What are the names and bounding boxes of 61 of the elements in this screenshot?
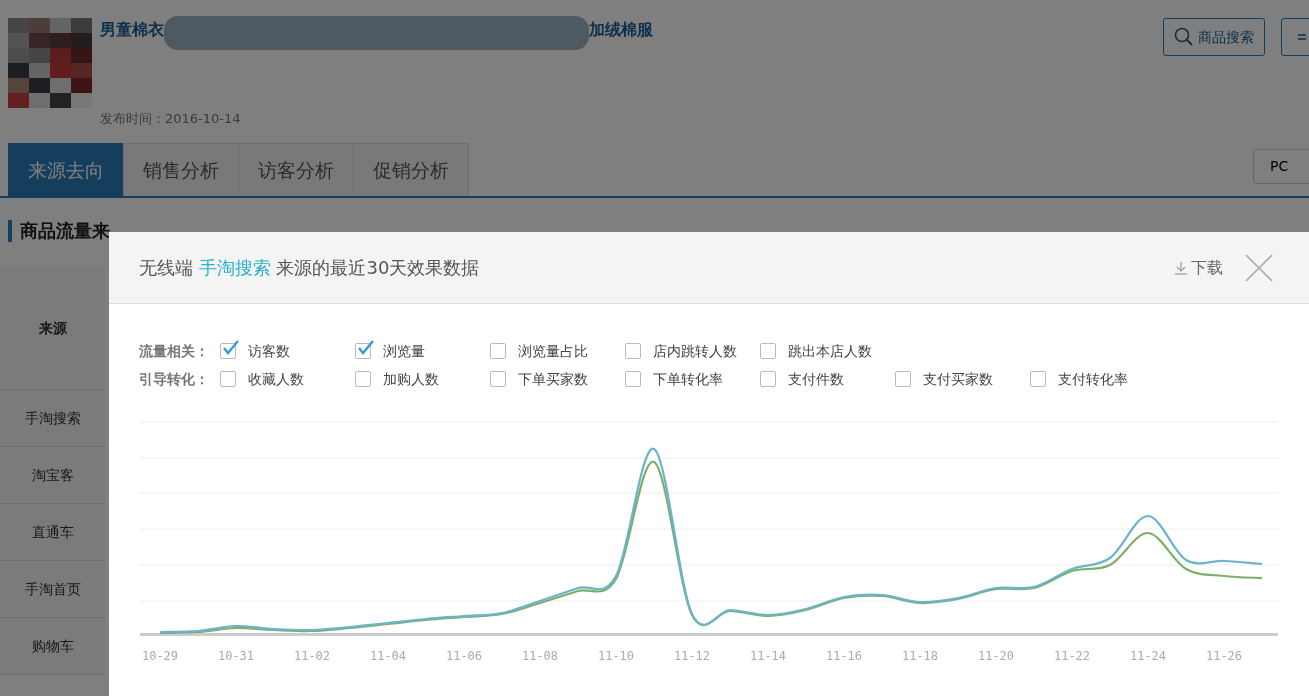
checkbox[interactable] [220, 371, 236, 387]
checkbox-label: 访客数 [248, 341, 290, 361]
download-icon [1174, 260, 1188, 275]
checkbox-label: 支付买家数 [923, 369, 993, 389]
tab[interactable]: 来源去向 [8, 143, 124, 196]
checkbox[interactable] [625, 371, 641, 387]
download-link[interactable]: 下载 [1174, 255, 1223, 280]
table-cell: 直通车 [0, 504, 105, 561]
axis-label: 10-31 [217, 649, 255, 663]
checkbox-label: 加购人数 [383, 369, 439, 389]
group-label: 引导转化： [139, 369, 210, 389]
pc-button[interactable]: PC [1253, 149, 1309, 184]
checkbox[interactable] [490, 343, 506, 359]
checkbox-label: 店内跳转人数 [653, 341, 737, 361]
checkbox[interactable] [625, 343, 641, 359]
axis-label: 11-16 [825, 649, 863, 663]
axis-label: 11-12 [673, 649, 711, 663]
checkbox-label: 支付件数 [788, 369, 844, 389]
product-title[interactable]: 加绒棉服 [589, 18, 653, 42]
axis-label: 11-02 [293, 649, 331, 663]
product-title[interactable]: 男童棉衣 [100, 18, 164, 42]
search-icon [1174, 27, 1194, 47]
checkbox[interactable] [355, 343, 371, 359]
axis-label: 11-22 [1053, 649, 1091, 663]
table-cell: 手淘首页 [0, 561, 105, 618]
tab[interactable]: 销售分析 [123, 143, 239, 196]
publish-time: 发布时间：2016-10-14 [100, 109, 242, 128]
axis-label: 11-04 [369, 649, 407, 663]
axis-label: 11-24 [1129, 649, 1167, 663]
checkbox-label: 收藏人数 [248, 369, 304, 389]
checkbox[interactable] [220, 343, 236, 359]
checkbox-label: 下单转化率 [653, 369, 723, 389]
checkbox[interactable] [355, 371, 371, 387]
checkbox[interactable] [1030, 371, 1046, 387]
axis-label: 11-18 [901, 649, 939, 663]
axis-label: 11-20 [977, 649, 1015, 663]
axis-label: 11-08 [521, 649, 559, 663]
axis-label: 11-26 [1205, 649, 1243, 663]
tab[interactable]: 促销分析 [353, 143, 469, 196]
checkbox-label: 跳出本店人数 [788, 341, 872, 361]
checkbox-label: 下单买家数 [518, 369, 588, 389]
axis-label: 11-06 [445, 649, 483, 663]
axis-label: 11-14 [749, 649, 787, 663]
checkbox-label: 支付转化率 [1058, 369, 1128, 389]
checkbox[interactable] [895, 371, 911, 387]
table-cell: 手淘搜索 [0, 390, 105, 447]
group-label: 流量相关： [139, 341, 210, 361]
checkbox-label: 浏览量占比 [518, 341, 588, 361]
checkbox[interactable] [760, 371, 776, 387]
search-button[interactable]: 商品搜索 [1163, 18, 1265, 56]
checkbox[interactable] [760, 343, 776, 359]
checkbox[interactable] [490, 371, 506, 387]
table-cell: 淘宝客 [0, 447, 105, 504]
dialog-title: 无线端 手淘搜索 来源的最近30天效果数据 [139, 256, 480, 280]
tab[interactable]: 访客分析 [238, 143, 354, 196]
close-icon[interactable] [1245, 253, 1273, 282]
axis-label: 11-10 [597, 649, 635, 663]
checkbox-label: 浏览量 [383, 341, 425, 361]
column-header: 来源 [0, 267, 105, 390]
axis-label: 10-29 [141, 649, 179, 663]
table-cell: 购物车 [0, 618, 105, 675]
